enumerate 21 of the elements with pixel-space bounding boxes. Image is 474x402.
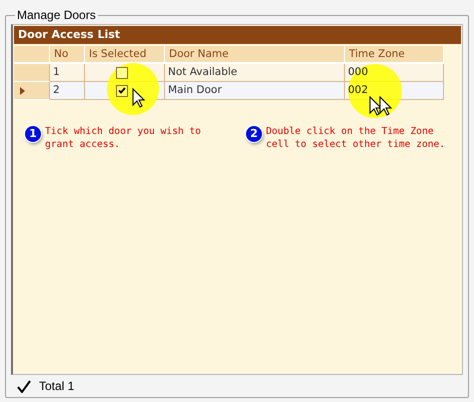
hint-text: Tick which door you wish to grant access. xyxy=(45,125,202,151)
row-pointer-icon xyxy=(20,86,25,94)
select-checkbox[interactable] xyxy=(116,84,128,96)
row-header xyxy=(14,46,50,64)
grid-title: Door Access List xyxy=(14,26,461,44)
step-number-badge: 1 xyxy=(25,126,41,142)
table-cell: Not Available xyxy=(165,64,345,82)
select-checkbox[interactable] xyxy=(116,66,128,78)
column-header[interactable]: No xyxy=(50,46,85,64)
table-cell: 2 xyxy=(50,82,85,100)
row-selector[interactable] xyxy=(14,82,50,100)
table-cell: 1 xyxy=(50,64,85,82)
check-icon xyxy=(17,380,31,392)
hint-text: Double click on the Time Zone cell to select other time zone. xyxy=(266,125,446,151)
status-text: Total 1 xyxy=(39,379,74,393)
column-header[interactable]: Door Name xyxy=(165,46,345,64)
column-header[interactable]: Time Zone xyxy=(345,46,444,64)
step-number-badge: 2 xyxy=(246,126,262,142)
column-header[interactable]: Is Selected xyxy=(85,46,165,64)
group-title: Manage Doors xyxy=(16,8,97,22)
table-cell: Main Door xyxy=(165,82,345,100)
